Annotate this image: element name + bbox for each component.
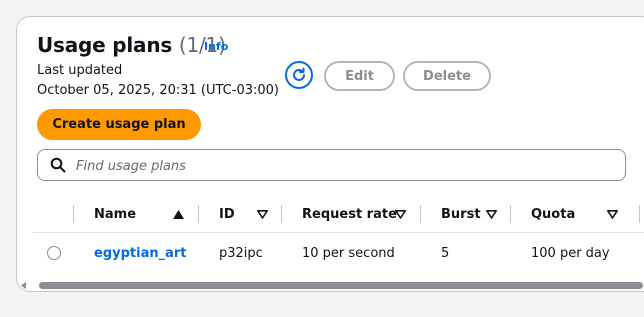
- sort-caret-icon[interactable]: [486, 210, 497, 219]
- usage-plan-quota: 100 per day: [531, 246, 610, 261]
- edit-button[interactable]: Edit: [324, 61, 395, 91]
- delete-button[interactable]: Delete: [403, 61, 491, 91]
- refresh-button[interactable]: [285, 61, 313, 89]
- create-usage-plan-button[interactable]: Create usage plan: [37, 109, 201, 140]
- header-divider: [33, 232, 644, 233]
- usage-plan-burst: 5: [441, 246, 450, 261]
- row-select-radio[interactable]: [47, 246, 61, 260]
- column-divider[interactable]: [281, 205, 282, 223]
- page-title: Usage plans (1/1): [37, 33, 226, 57]
- search-input[interactable]: [74, 154, 618, 178]
- refresh-icon: [293, 67, 305, 81]
- sort-ascending-icon[interactable]: [173, 210, 184, 219]
- column-header-id[interactable]: ID: [219, 207, 235, 222]
- column-divider[interactable]: [639, 205, 640, 223]
- usage-plan-request-rate: 10 per second: [302, 246, 395, 261]
- usage-plan-name-link[interactable]: egyptian_art: [94, 246, 187, 261]
- info-link[interactable]: Info: [204, 40, 228, 53]
- sort-caret-icon[interactable]: [257, 210, 268, 219]
- column-header-name[interactable]: Name: [94, 207, 136, 222]
- scroll-left-icon[interactable]: [21, 282, 26, 289]
- table-header: Name ID Request rate Burst Quota: [17, 197, 644, 233]
- table-row: egyptian_art p32ipc 10 per second 5 100 …: [17, 237, 644, 273]
- column-header-burst[interactable]: Burst: [441, 207, 481, 222]
- sort-caret-icon[interactable]: [607, 210, 618, 219]
- horizontal-scrollbar[interactable]: [19, 279, 644, 291]
- usage-plans-panel: Usage plans (1/1) Info Last updated Octo…: [16, 16, 644, 292]
- sort-caret-icon[interactable]: [395, 210, 406, 219]
- search-field[interactable]: [37, 149, 626, 181]
- column-header-request-rate[interactable]: Request rate: [302, 207, 397, 222]
- scrollbar-thumb[interactable]: [39, 282, 643, 289]
- search-icon: [50, 157, 66, 173]
- last-updated-value: October 05, 2025, 20:31 (UTC-03:00): [37, 83, 279, 98]
- column-header-quota[interactable]: Quota: [531, 207, 575, 222]
- title-text: Usage plans: [37, 33, 173, 57]
- last-updated-label: Last updated: [37, 63, 123, 78]
- column-divider[interactable]: [420, 205, 421, 223]
- column-divider[interactable]: [510, 205, 511, 223]
- usage-plan-id: p32ipc: [219, 246, 263, 261]
- column-divider: [73, 205, 74, 223]
- column-divider[interactable]: [198, 205, 199, 223]
